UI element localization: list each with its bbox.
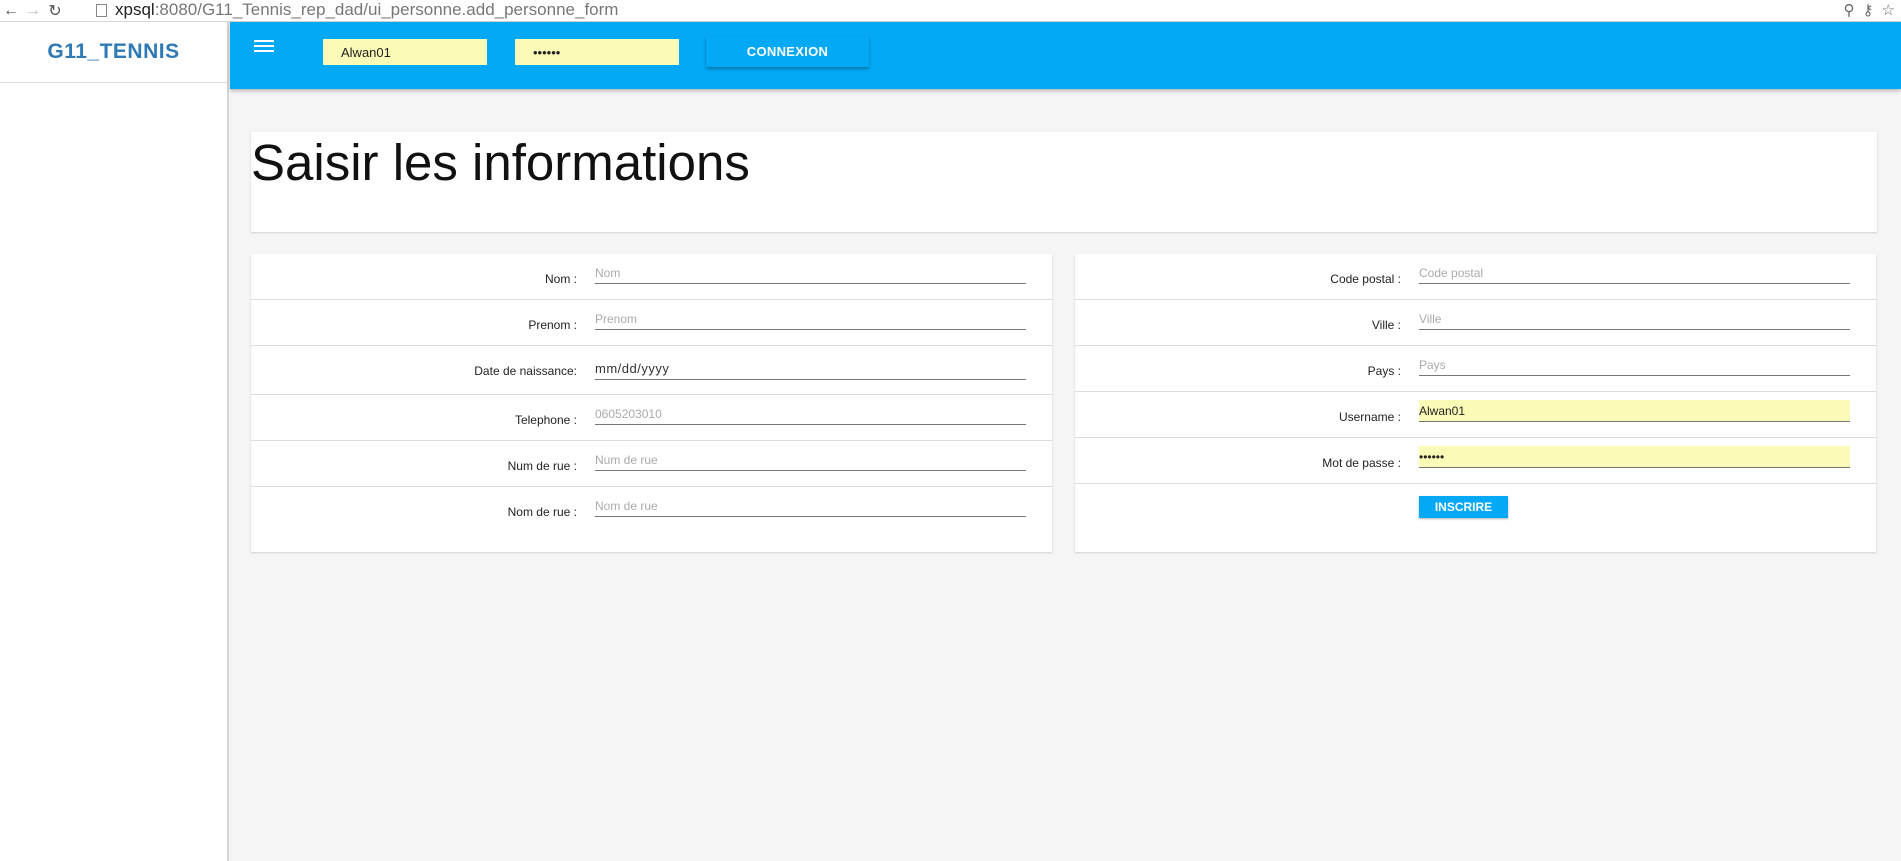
telephone-field[interactable]: 0605203010: [595, 403, 1026, 425]
inscrire-button[interactable]: INSCRIRE: [1419, 496, 1508, 518]
zoom-icon[interactable]: ⚲: [1844, 1, 1855, 19]
username-label: Username :: [1338, 410, 1401, 424]
form-row-ville: Ville : Ville: [1075, 300, 1876, 346]
username-field[interactable]: Alwan01: [1419, 400, 1850, 422]
connexion-button[interactable]: CONNEXION: [706, 36, 869, 67]
form-card-personal: Nom : Nom Prenom : Prenom Date de naissa…: [251, 254, 1052, 552]
form-card-address: Code postal : Code postal Ville : Ville …: [1075, 254, 1876, 552]
code-postal-field[interactable]: Code postal: [1419, 262, 1850, 284]
top-app-bar: Alwan01 •••••• CONNEXION: [230, 22, 1901, 89]
nom-rue-label: Nom de rue :: [507, 505, 577, 519]
form-row-submit: INSCRIRE: [1075, 484, 1876, 530]
form-row-date-naissance: Date de naissance: mm/dd/yyyy: [251, 346, 1052, 395]
mot-de-passe-field[interactable]: ••••••: [1419, 446, 1850, 468]
form-row-nom-rue: Nom de rue : Nom de rue: [251, 487, 1052, 533]
page-icon: [96, 3, 107, 17]
login-username-input[interactable]: Alwan01: [323, 39, 487, 65]
form-row-prenom: Prenom : Prenom: [251, 300, 1052, 346]
page-title: Saisir les informations: [251, 134, 750, 191]
nom-field[interactable]: Nom: [595, 262, 1026, 284]
prenom-label: Prenom :: [528, 318, 577, 332]
nom-rue-field[interactable]: Nom de rue: [595, 495, 1026, 517]
reload-icon[interactable]: ↻: [44, 1, 66, 21]
date-naissance-label: Date de naissance:: [474, 364, 577, 378]
forward-arrow-icon[interactable]: →: [22, 1, 44, 21]
sidebar: G11_TENNIS: [0, 22, 229, 861]
url-path: :8080/G11_Tennis_rep_dad/ui_personne.add…: [154, 0, 619, 19]
num-rue-field[interactable]: Num de rue: [595, 449, 1026, 471]
login-username-value: Alwan01: [341, 44, 391, 60]
star-icon[interactable]: ☆: [1882, 1, 1895, 19]
form-row-mot-de-passe: Mot de passe : ••••••: [1075, 438, 1876, 484]
hamburger-menu-icon[interactable]: [254, 40, 274, 56]
form-row-nom: Nom : Nom: [251, 254, 1052, 300]
brand-logo[interactable]: G11_TENNIS: [0, 22, 227, 83]
browser-toolbar: ← → ↻ xpsql:8080/G11_Tennis_rep_dad/ui_p…: [0, 0, 1901, 22]
url-host: xpsql: [115, 0, 155, 19]
login-password-input[interactable]: ••••••: [515, 39, 679, 65]
form-row-telephone: Telephone : 0605203010: [251, 395, 1052, 441]
pays-field[interactable]: Pays: [1419, 354, 1850, 376]
mot-de-passe-label: Mot de passe :: [1322, 456, 1401, 470]
login-password-value: ••••••: [533, 44, 561, 60]
code-postal-label: Code postal :: [1330, 272, 1401, 286]
back-arrow-icon[interactable]: ←: [0, 1, 22, 21]
form-row-code-postal: Code postal : Code postal: [1075, 254, 1876, 300]
title-card: Saisir les informations: [251, 132, 1877, 232]
form-row-pays: Pays : Pays: [1075, 346, 1876, 392]
ville-field[interactable]: Ville: [1419, 308, 1850, 330]
key-icon[interactable]: ⚷: [1863, 1, 1874, 19]
num-rue-label: Num de rue :: [507, 459, 577, 473]
address-bar[interactable]: xpsql:8080/G11_Tennis_rep_dad/ui_personn…: [96, 0, 1811, 20]
nom-label: Nom :: [544, 272, 577, 286]
telephone-label: Telephone :: [514, 413, 577, 427]
form-row-num-rue: Num de rue : Num de rue: [251, 441, 1052, 487]
pays-label: Pays :: [1367, 364, 1401, 378]
date-naissance-field[interactable]: mm/dd/yyyy: [595, 358, 1026, 380]
form-row-username: Username : Alwan01: [1075, 392, 1876, 438]
ville-label: Ville :: [1371, 318, 1401, 332]
prenom-field[interactable]: Prenom: [595, 308, 1026, 330]
